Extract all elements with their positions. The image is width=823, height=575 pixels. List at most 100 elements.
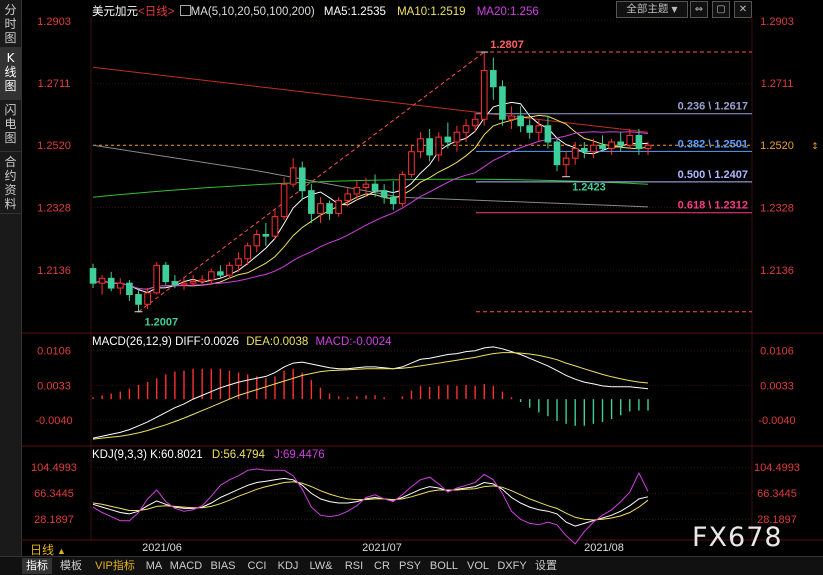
macd-tick-left-0: 0.0106 <box>37 346 71 358</box>
kdj-tick-left-0: 104.4993 <box>31 462 77 474</box>
tab-14[interactable]: DXFY <box>494 558 530 574</box>
candle-body-31 <box>371 183 379 192</box>
grid-lines <box>22 17 823 541</box>
candle-body-39 <box>444 136 452 143</box>
kdj-j: J:69.4476 <box>274 449 325 461</box>
kdj-panel <box>92 468 649 545</box>
tab-11[interactable]: PSY <box>395 558 425 574</box>
tab-12[interactable]: BOLL <box>426 558 462 574</box>
tab-1[interactable]: 模板 <box>53 558 89 574</box>
kdj-tick-right-1: 66.3445 <box>757 488 797 500</box>
tab-4[interactable]: MACD <box>168 558 204 574</box>
candle-body-44 <box>490 70 497 88</box>
kdj-tick-left-2: 28.1897 <box>34 514 74 526</box>
tab-15[interactable]: 设置 <box>531 558 561 574</box>
macd-legend: MACD(26,12,9) DIFF:0.0026 DEA:0.0038 MAC… <box>92 336 392 348</box>
candle-body-55 <box>590 144 597 153</box>
macd-tick-right-2: -0.0040 <box>758 415 795 427</box>
candle-body-36 <box>417 138 424 153</box>
macd-diff: DIFF:0.0026 <box>175 336 240 348</box>
kdj-tick-right-0: 104.4993 <box>754 462 800 474</box>
candle-body-27 <box>335 199 342 214</box>
tab-10[interactable]: CR <box>370 558 394 574</box>
y-tick-left-0: 1.2903 <box>37 16 71 28</box>
candle-body-21 <box>280 183 288 218</box>
fib-label-0: 0.236 \ 1.2617 <box>678 101 748 113</box>
kdj-legend: KDJ(9,3,3) K:60.8021 D:56.4794 J:69.4476 <box>92 449 325 461</box>
candle-body-1 <box>98 277 106 284</box>
candle-body-60 <box>635 134 643 149</box>
candle-body-34 <box>399 173 406 205</box>
tab-3[interactable]: MA <box>141 558 167 574</box>
tab-2[interactable]: VIP指标 <box>90 558 140 574</box>
macd-panel <box>92 346 649 440</box>
candle-body-49 <box>535 125 543 133</box>
candle-body-4 <box>126 282 133 296</box>
price-annotation-1: 1.2007 <box>144 317 178 329</box>
ma100-line <box>92 144 649 208</box>
tab-8[interactable]: LW& <box>304 558 338 574</box>
tab-0[interactable]: 指标 <box>22 558 52 574</box>
tab-13[interactable]: VOL <box>463 558 493 574</box>
tab-9[interactable]: RSI <box>339 558 369 574</box>
tab-7[interactable]: KDJ <box>273 558 303 574</box>
candle-body-53 <box>571 147 579 159</box>
macd-tick-right-0: 0.0106 <box>760 346 794 358</box>
candle-body-20 <box>271 216 279 237</box>
candle-body-8 <box>162 264 170 283</box>
period-selector[interactable]: 日线 ▲ <box>30 541 66 557</box>
candle-body-11 <box>189 281 197 284</box>
macd-dea-line <box>92 352 649 440</box>
candle-body-22 <box>289 167 297 185</box>
macd-tick-right-1: 0.0033 <box>760 380 794 392</box>
candle-body-59 <box>626 134 634 146</box>
candle-body-61 <box>644 144 652 149</box>
candle-body-28 <box>344 193 352 201</box>
y-tick-right-1: 1.2711 <box>761 78 794 90</box>
kdj-k: K:60.8021 <box>150 449 203 461</box>
axis-labels: 1.2903 1.2903 1.2711 1.2711 1.2520 1.2520 1.23… <box>31 16 823 554</box>
y-tick-left-1: 1.2711 <box>38 78 71 90</box>
kdj-tick-left-1: 66.3445 <box>34 488 74 500</box>
period-selector-label: 日线 <box>30 543 55 557</box>
x-label-0: 2021/06 <box>142 542 182 554</box>
fib-label-2: 0.500 \ 1.2407 <box>678 169 748 181</box>
candle-body-40 <box>453 131 461 143</box>
macd-diff-line <box>92 346 649 439</box>
main-price-panel: 0.236 \ 1.2617 0.382 \ 1.2501 0.500 \ 1.24… <box>89 39 823 329</box>
indicator-tab-bar: 指标 模板 VIP指标 MA MACD BIAS CCI KDJ LW& RSI CR PSY BOLL… <box>0 556 823 575</box>
y-tick-left-3: 1.2328 <box>37 203 71 215</box>
tab-6[interactable]: CCI <box>242 558 272 574</box>
candle-body-0 <box>89 268 97 284</box>
candle-body-15 <box>226 264 233 276</box>
candle-body-33 <box>389 196 397 205</box>
period-selector-arrow: ▲ <box>57 546 66 556</box>
ma200-line <box>92 66 649 133</box>
fx678-watermark: FX678 <box>692 522 783 553</box>
candle-body-5 <box>135 294 142 305</box>
candle-body-23 <box>298 167 306 192</box>
candle-body-45 <box>499 86 506 120</box>
macd-dea: DEA:0.0038 <box>246 336 309 348</box>
kdj-d: D:56.4794 <box>211 449 265 461</box>
current-price-label: 1.2520 <box>760 140 794 152</box>
candle-body-56 <box>599 144 606 149</box>
candle-body-16 <box>235 258 242 266</box>
candle-body-57 <box>608 141 615 149</box>
candle-body-38 <box>435 136 443 156</box>
ma20-line <box>92 131 649 290</box>
price-chart-area[interactable]: 0.236 \ 1.2617 0.382 \ 1.2501 0.500 \ 1.24… <box>0 0 823 556</box>
candle-body-18 <box>253 233 261 247</box>
candle-body-12 <box>198 279 206 283</box>
candle-body-35 <box>408 151 415 175</box>
candle-body-46 <box>508 115 515 120</box>
y-tick-right-3: 1.2328 <box>760 203 794 215</box>
candle-body-47 <box>517 115 524 127</box>
candle-body-7 <box>153 264 161 294</box>
candle-body-9 <box>171 281 179 286</box>
tab-5[interactable]: BIAS <box>205 558 241 574</box>
price-annotation-0: 1.2807 <box>490 39 524 51</box>
candle-body-54 <box>580 147 588 153</box>
candle-body-13 <box>207 271 215 281</box>
macd-macd: MACD:-0.0024 <box>315 336 392 348</box>
